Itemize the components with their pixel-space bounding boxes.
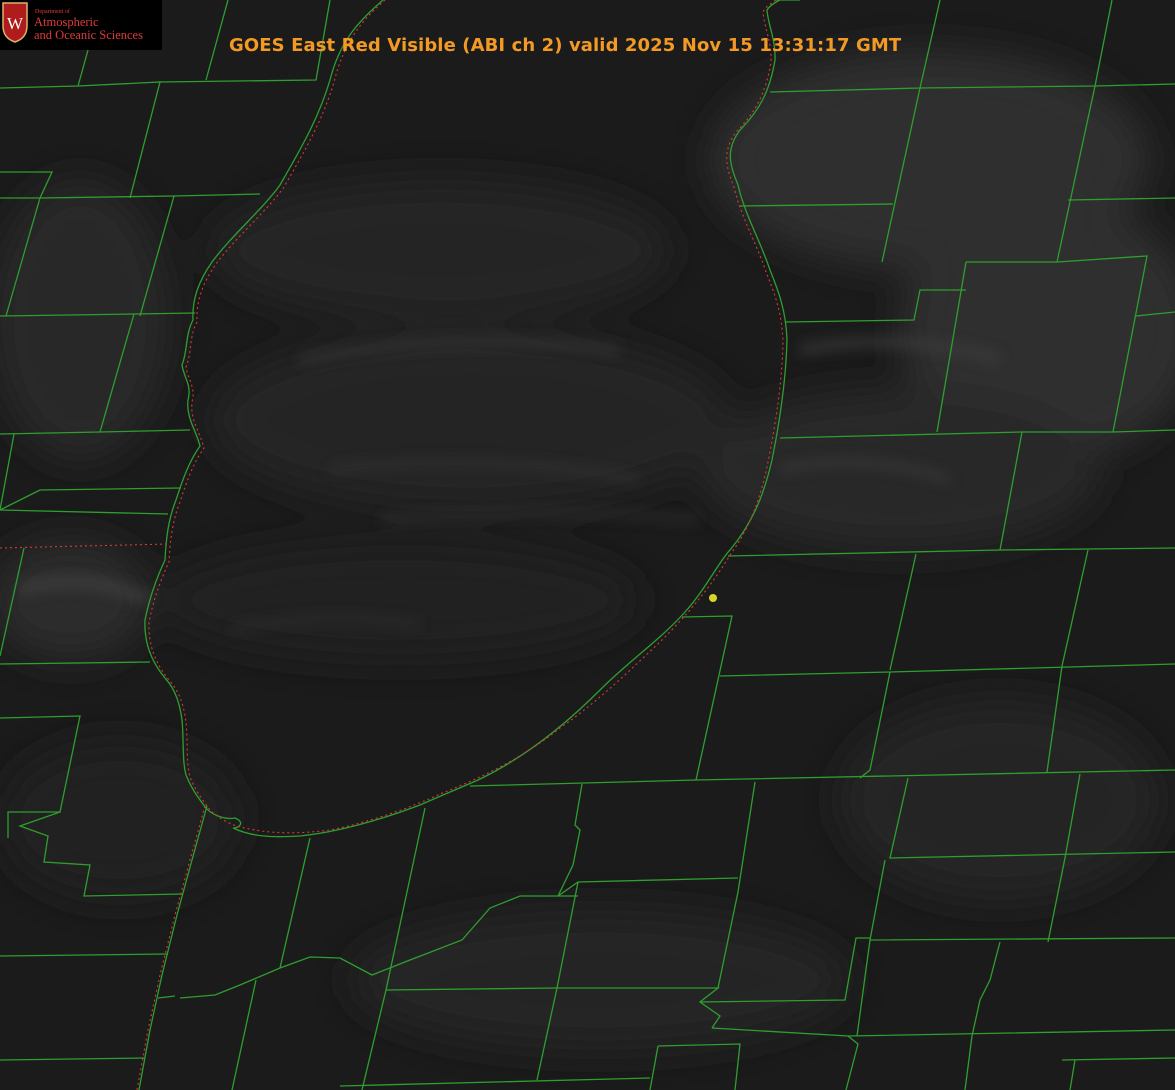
- satellite-map[interactable]: W Department of Atmospheric and Oceanic …: [0, 0, 1175, 1090]
- aos-logo: W Department of Atmospheric and Oceanic …: [0, 0, 162, 50]
- logo-line2: and Oceanic Sciences: [34, 28, 143, 42]
- image-title: GOES East Red Visible (ABI ch 2) valid 2…: [229, 35, 902, 56]
- map-canvas: [0, 0, 1175, 1090]
- uw-crest-icon: W: [2, 2, 28, 43]
- svg-text:W: W: [7, 14, 24, 33]
- station-dot-icon[interactable]: [709, 594, 717, 602]
